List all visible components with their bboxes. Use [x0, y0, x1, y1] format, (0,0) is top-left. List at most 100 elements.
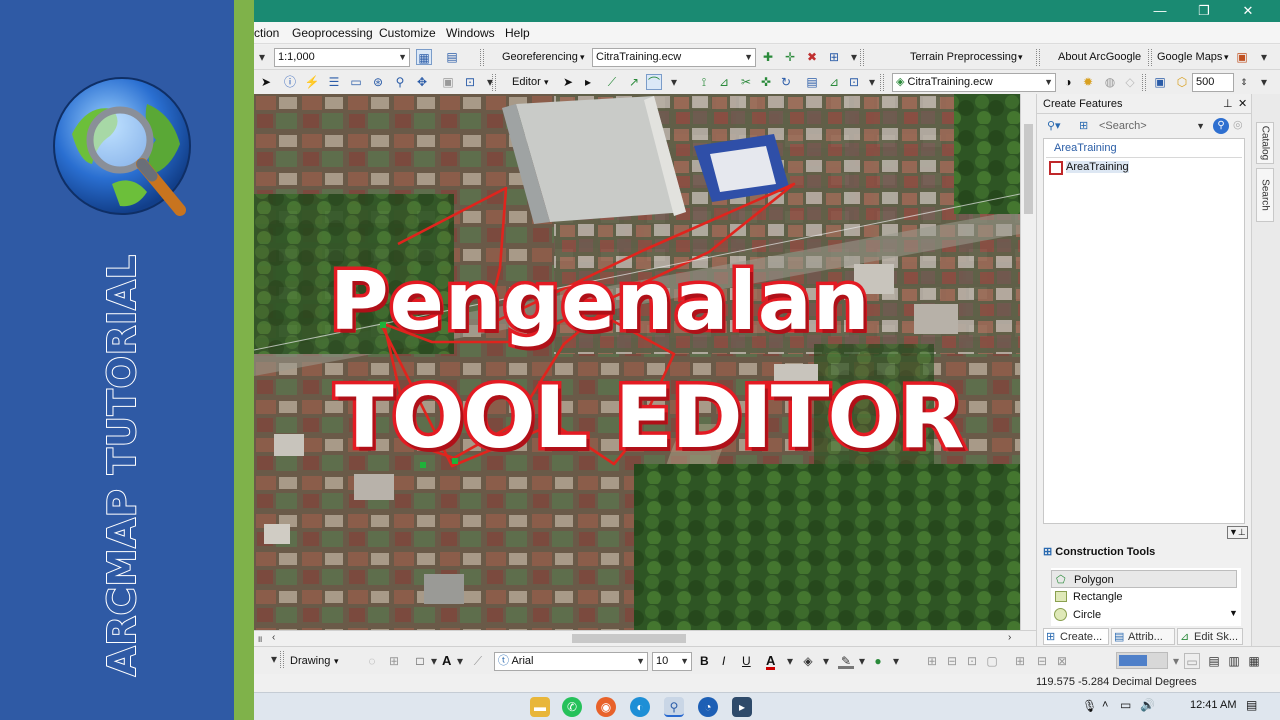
go-to-xy-icon[interactable]: ✥ [414, 74, 430, 90]
end-point-arc-icon[interactable]: ↗ [626, 74, 642, 90]
scroll-left-icon[interactable]: ‹ [272, 632, 275, 643]
menu-help[interactable]: Help [505, 26, 530, 40]
menu-windows[interactable]: Windows [446, 26, 495, 40]
swipe-icon[interactable]: ◇ [1122, 74, 1138, 90]
drawing-menu[interactable]: Drawing [290, 652, 330, 670]
terrain-preprocessing-menu[interactable]: Terrain Preprocessing [910, 48, 1017, 66]
time-slider-icon[interactable]: ▣ [440, 74, 456, 90]
underline-button[interactable]: U [742, 652, 751, 670]
marker-color-icon[interactable]: ● [870, 653, 886, 669]
chevron-up-icon[interactable]: ˄ [1102, 699, 1108, 711]
layout-pan-icon[interactable]: ⊠ [1054, 653, 1070, 669]
layout-view-icon[interactable]: ▤ [444, 49, 460, 65]
font-name-combo[interactable]: ⓣ Arial ▼ [494, 652, 648, 671]
map-vertical-scrollbar[interactable] [1020, 94, 1036, 630]
zoom-in-fixed-icon[interactable]: ⊞ [924, 653, 940, 669]
pause-drawing-icon[interactable]: ॥ [257, 632, 262, 645]
tab-edit-sketch[interactable]: ⊿ Edit Sk... [1177, 628, 1243, 645]
chevron-down-icon[interactable]: ▾ [864, 74, 880, 90]
pin-icon[interactable]: ⊥ [1223, 94, 1233, 114]
dropdown-arrow-icon[interactable]: ▾ [254, 49, 270, 65]
maximize-button[interactable]: ❐ [1184, 2, 1224, 20]
file-explorer-icon[interactable]: ▬ [530, 697, 550, 717]
scroll-right-icon[interactable]: › [1008, 632, 1011, 643]
contrast-icon[interactable]: ◑ [1060, 74, 1076, 90]
scrollbar-thumb[interactable] [1024, 124, 1033, 214]
chevron-down-icon[interactable]: ▾ [334, 652, 339, 670]
create-viewer-icon[interactable]: ⊡ [462, 74, 478, 90]
bold-button[interactable]: B [700, 652, 709, 670]
zoom-whole-page-icon[interactable]: ⊡ [964, 653, 980, 669]
toggle-draft-mode-icon[interactable]: ▭ [1184, 653, 1200, 669]
georeference-layer-combo[interactable]: CitraTraining.ecw ▼ [592, 48, 756, 67]
identify-icon[interactable]: ⓘ [282, 74, 298, 90]
tool-polygon[interactable]: ⬠ Polygon [1051, 570, 1237, 588]
map-scale-combo[interactable]: 1:1,000 ▼ [274, 48, 410, 67]
tab-catalog[interactable]: Catalog [1256, 122, 1274, 164]
app-taskbar-icon[interactable]: ◔ [698, 697, 718, 717]
full-extent-icon[interactable]: ▦ [416, 49, 432, 65]
add-control-point-icon[interactable]: ✚ [760, 49, 776, 65]
reshape-feature-icon[interactable]: ⊿ [716, 74, 732, 90]
volume-icon[interactable]: 🔊 [1140, 698, 1155, 712]
chevron-down-icon[interactable]: ▾ [580, 48, 585, 66]
template-item-areatraining[interactable]: AreaTraining [1048, 160, 1148, 176]
notifications-icon[interactable]: ▤ [1246, 698, 1257, 712]
chevron-down-icon[interactable]: ▾ [818, 653, 834, 669]
menu-geoprocessing[interactable]: Geoprocessing [292, 26, 373, 40]
text-tool-icon[interactable]: A [442, 652, 451, 670]
display-resolution-icon[interactable]: ⬡ [1174, 74, 1190, 90]
html-popup-icon[interactable]: ☰ [326, 74, 342, 90]
fill-color-icon[interactable]: ◈ [800, 653, 816, 669]
split-tool-icon[interactable]: ✜ [758, 74, 774, 90]
transparency-icon[interactable]: ◍ [1102, 74, 1118, 90]
rotate-tool-icon[interactable]: ↻ [778, 74, 794, 90]
create-features-icon[interactable]: ⊡ [846, 74, 862, 90]
google-maps-menu[interactable]: Google Maps [1157, 48, 1222, 66]
editor-menu[interactable]: Editor [512, 73, 541, 91]
delete-link-icon[interactable]: ✖ [804, 49, 820, 65]
hyperlink-icon[interactable]: ⚡ [304, 74, 320, 90]
tab-create-features[interactable]: ⊞ Create... [1043, 628, 1109, 645]
edge-icon[interactable]: ◐ [630, 697, 650, 717]
chevron-down-icon[interactable]: ▾ [1256, 74, 1272, 90]
chevron-down-icon[interactable]: ▾ [426, 653, 442, 669]
template-properties-icon[interactable]: ⊞ [1079, 119, 1088, 132]
link-points-icon[interactable]: ✛ [782, 49, 798, 65]
network-icon[interactable]: ▭ [1120, 698, 1131, 712]
map-view[interactable] [254, 94, 1020, 630]
close-button[interactable]: ✕ [1228, 2, 1268, 20]
font-color-button[interactable]: A [766, 652, 776, 670]
layer-combo[interactable]: ◈ CitraTraining.ecw ▼ [892, 73, 1056, 92]
change-layout-icon[interactable]: ▥ [1226, 653, 1242, 669]
minimize-button[interactable]: — [1140, 2, 1180, 20]
chevron-down-icon[interactable]: ▾ [1224, 48, 1229, 66]
tab-attributes[interactable]: ▤ Attrib... [1111, 628, 1175, 645]
arcmap-taskbar-icon[interactable]: ⚲ [664, 697, 684, 717]
edit-annotation-icon[interactable]: ▸ [580, 74, 596, 90]
template-search-input[interactable]: <Search> ▼ [1095, 118, 1207, 135]
layout-zoom-icon[interactable]: ⊟ [1034, 653, 1050, 669]
zoom-100-icon[interactable]: ▢ [984, 653, 1000, 669]
trace-tool-icon[interactable]: ⌒ [646, 74, 662, 90]
microphone-icon[interactable]: 🎙 [1082, 699, 1097, 713]
chevron-down-icon[interactable]: ▾ [544, 73, 549, 91]
find-route-icon[interactable]: ⚲ [392, 74, 408, 90]
search-icon[interactable]: ⚲ [1213, 118, 1229, 134]
menu-customize[interactable]: Customize [379, 26, 436, 40]
tool-rectangle[interactable]: Rectangle [1051, 588, 1237, 606]
sketch-properties-icon[interactable]: ⊿ [826, 74, 842, 90]
list-scroll-down-icon[interactable]: ▼ [1229, 608, 1238, 618]
scrollbar-thumb[interactable] [572, 634, 686, 643]
split-panel-icon[interactable]: ▼⊥ [1227, 526, 1248, 539]
chevron-down-icon[interactable]: ▾ [854, 653, 870, 669]
text-placement-icon[interactable]: ⊞ [386, 653, 402, 669]
close-panel-icon[interactable]: ✕ [1238, 94, 1247, 114]
search-options-icon[interactable]: ◎ [1233, 118, 1243, 131]
chevron-down-icon[interactable]: ▾ [1168, 653, 1184, 669]
layout-grid-icon[interactable]: ⊞ [1012, 653, 1028, 669]
chevron-down-icon[interactable]: ▾ [666, 74, 682, 90]
google-maps-icon[interactable]: ▣ [1234, 49, 1250, 65]
italic-button[interactable]: I [722, 652, 725, 670]
link-table-icon[interactable]: ⊞ [826, 49, 842, 65]
